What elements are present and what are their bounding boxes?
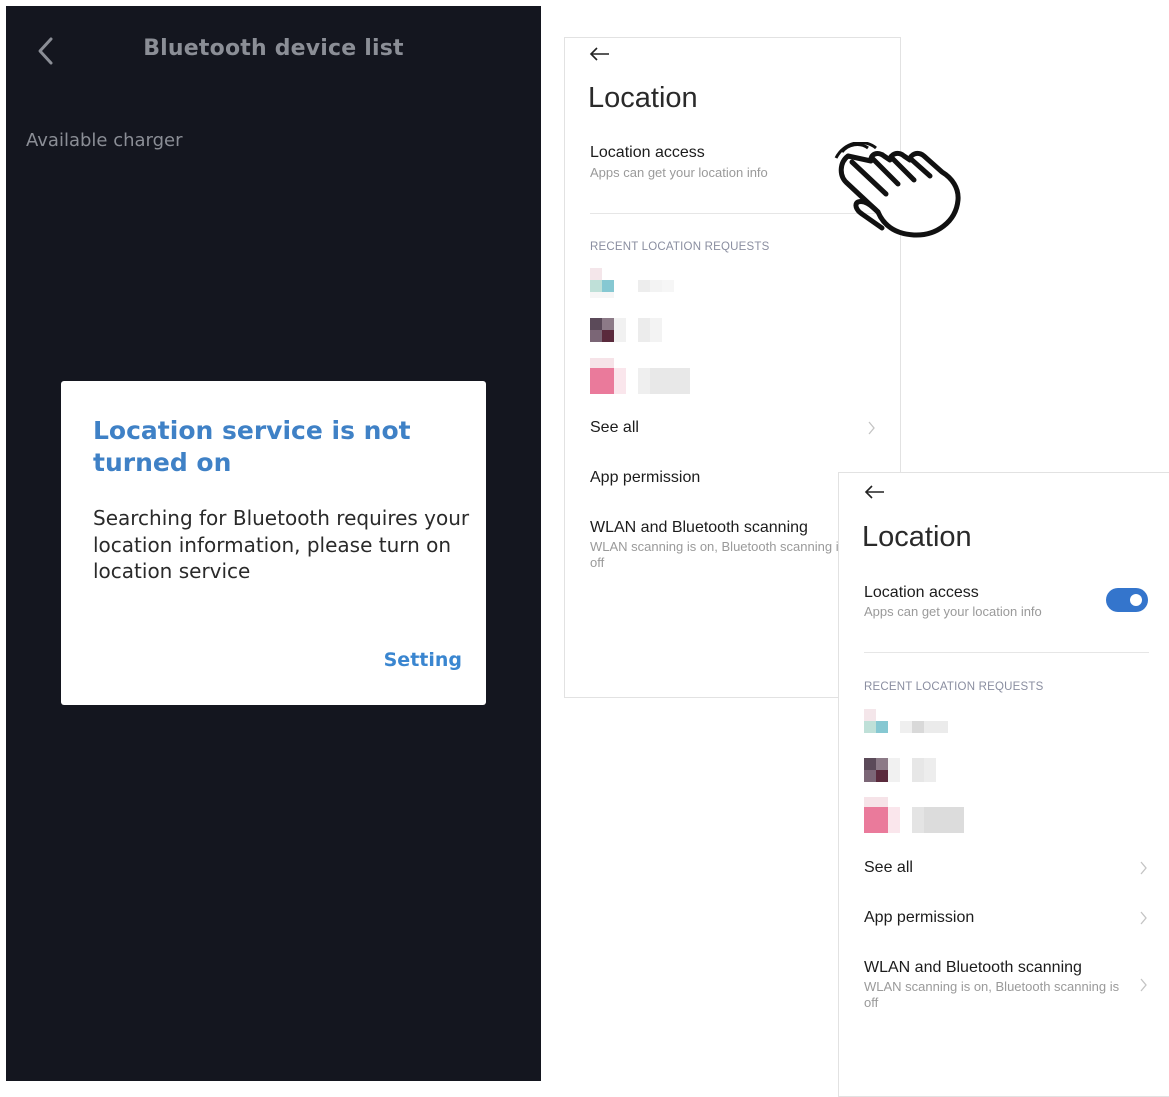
page-title: Location	[862, 521, 972, 553]
page-title: Location	[588, 82, 698, 114]
wlan-scanning-subtitle: WLAN scanning is on, Bluetooth scanning …	[590, 539, 846, 570]
dialog-message: Searching for Bluetooth requires your lo…	[93, 506, 470, 583]
chevron-right-icon	[1140, 911, 1147, 925]
chevron-right-icon	[868, 421, 875, 435]
app-icon-blurred	[590, 318, 662, 342]
arrow-left-icon[interactable]	[589, 46, 611, 62]
recent-location-requests-header: RECENT LOCATION REQUESTS	[590, 241, 770, 253]
app-icon-blurred	[590, 358, 690, 394]
setting-button[interactable]: Setting	[384, 649, 462, 671]
chevron-right-icon	[1140, 861, 1147, 875]
app-icon-blurred	[590, 268, 674, 298]
divider	[864, 652, 1149, 653]
location-access-label[interactable]: Location access	[864, 584, 979, 602]
bluetooth-device-list-screen: Bluetooth device list Available charger …	[6, 6, 541, 1081]
page-title: Bluetooth device list	[143, 36, 404, 61]
wlan-bluetooth-scanning-item[interactable]: WLAN and Bluetooth scanning	[864, 959, 1082, 977]
tap-hand-icon	[834, 142, 961, 238]
app-permission-item[interactable]: App permission	[590, 469, 700, 487]
section-label-available-charger: Available charger	[26, 130, 183, 151]
see-all-link[interactable]: See all	[590, 419, 639, 437]
wlan-bluetooth-scanning-item[interactable]: WLAN and Bluetooth scanning	[590, 519, 808, 537]
location-access-subtitle: Apps can get your location info	[590, 165, 768, 180]
wlan-scanning-subtitle: WLAN scanning is on, Bluetooth scanning …	[864, 979, 1120, 1010]
chevron-right-icon	[1140, 978, 1147, 992]
location-service-dialog: Location service is not turned on Search…	[61, 381, 486, 705]
location-access-subtitle: Apps can get your location info	[864, 604, 1042, 619]
see-all-link[interactable]: See all	[864, 859, 913, 877]
toggle-knob	[1130, 594, 1142, 606]
dialog-title: Location service is not turned on	[93, 416, 411, 477]
recent-location-requests-header: RECENT LOCATION REQUESTS	[864, 681, 1044, 693]
arrow-left-icon[interactable]	[864, 484, 886, 500]
location-access-toggle[interactable]	[1106, 588, 1148, 612]
app-icon-blurred	[864, 758, 936, 782]
app-permission-item[interactable]: App permission	[864, 909, 974, 927]
location-access-label[interactable]: Location access	[590, 144, 705, 162]
app-icon-blurred	[864, 709, 948, 733]
location-settings-after: Location Location access Apps can get yo…	[838, 472, 1169, 1097]
app-icon-blurred	[864, 797, 964, 833]
